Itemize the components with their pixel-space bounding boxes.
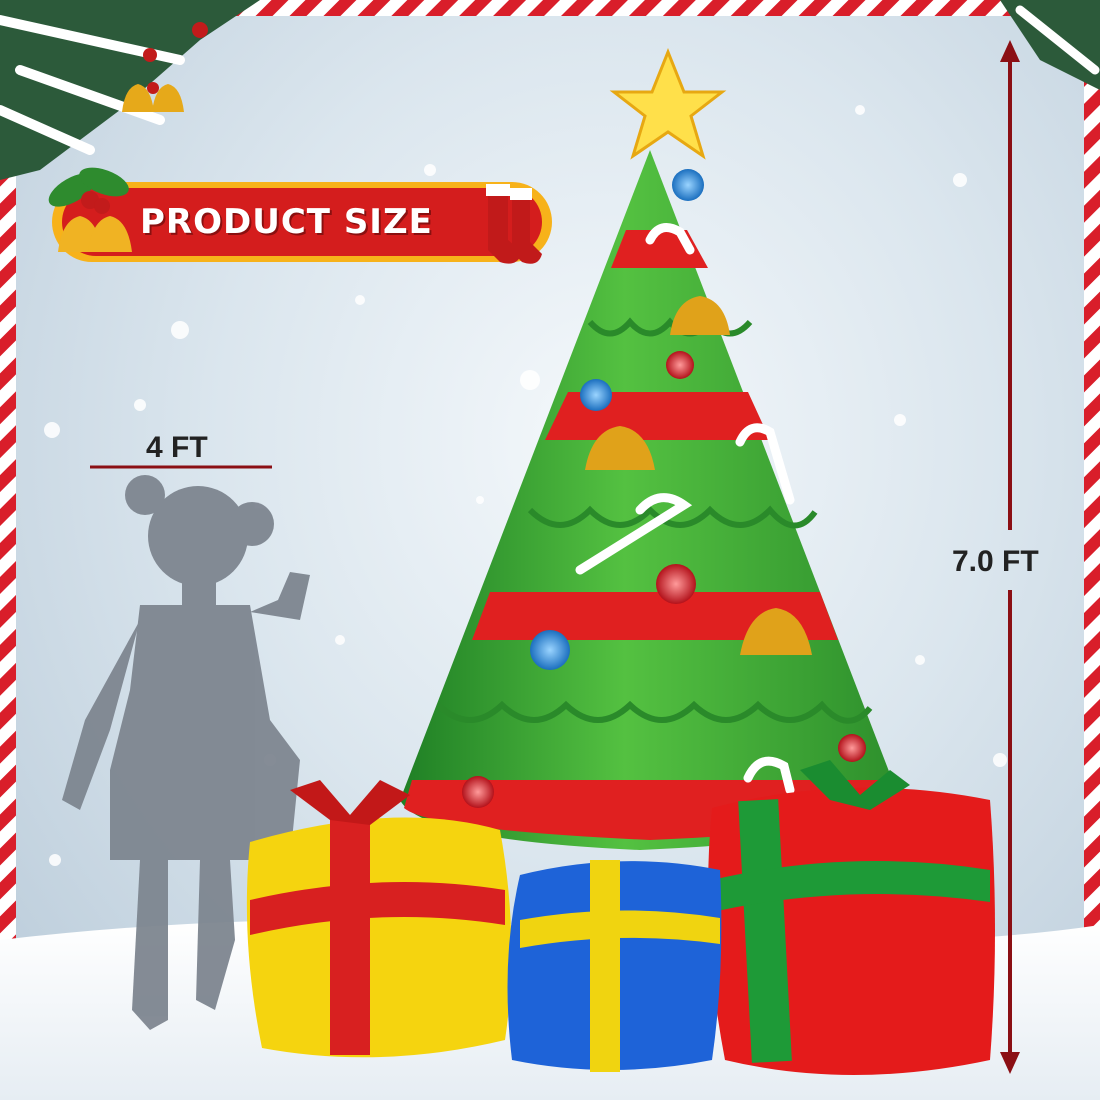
gift-red — [708, 760, 995, 1075]
product-size-label: PRODUCT SIZE — [140, 202, 433, 242]
child-height-label: 4 FT — [146, 431, 208, 464]
pine-branches-top-right — [1000, 0, 1100, 90]
christmas-star-icon — [609, 47, 727, 160]
christmas-tree-scene — [0, 0, 1100, 1100]
gift-blue — [507, 860, 722, 1072]
tree-height-label: 7.0 FT — [952, 545, 1039, 578]
product-image: PRODUCT SIZE 4 FT 7.0 FT — [0, 0, 1100, 1100]
